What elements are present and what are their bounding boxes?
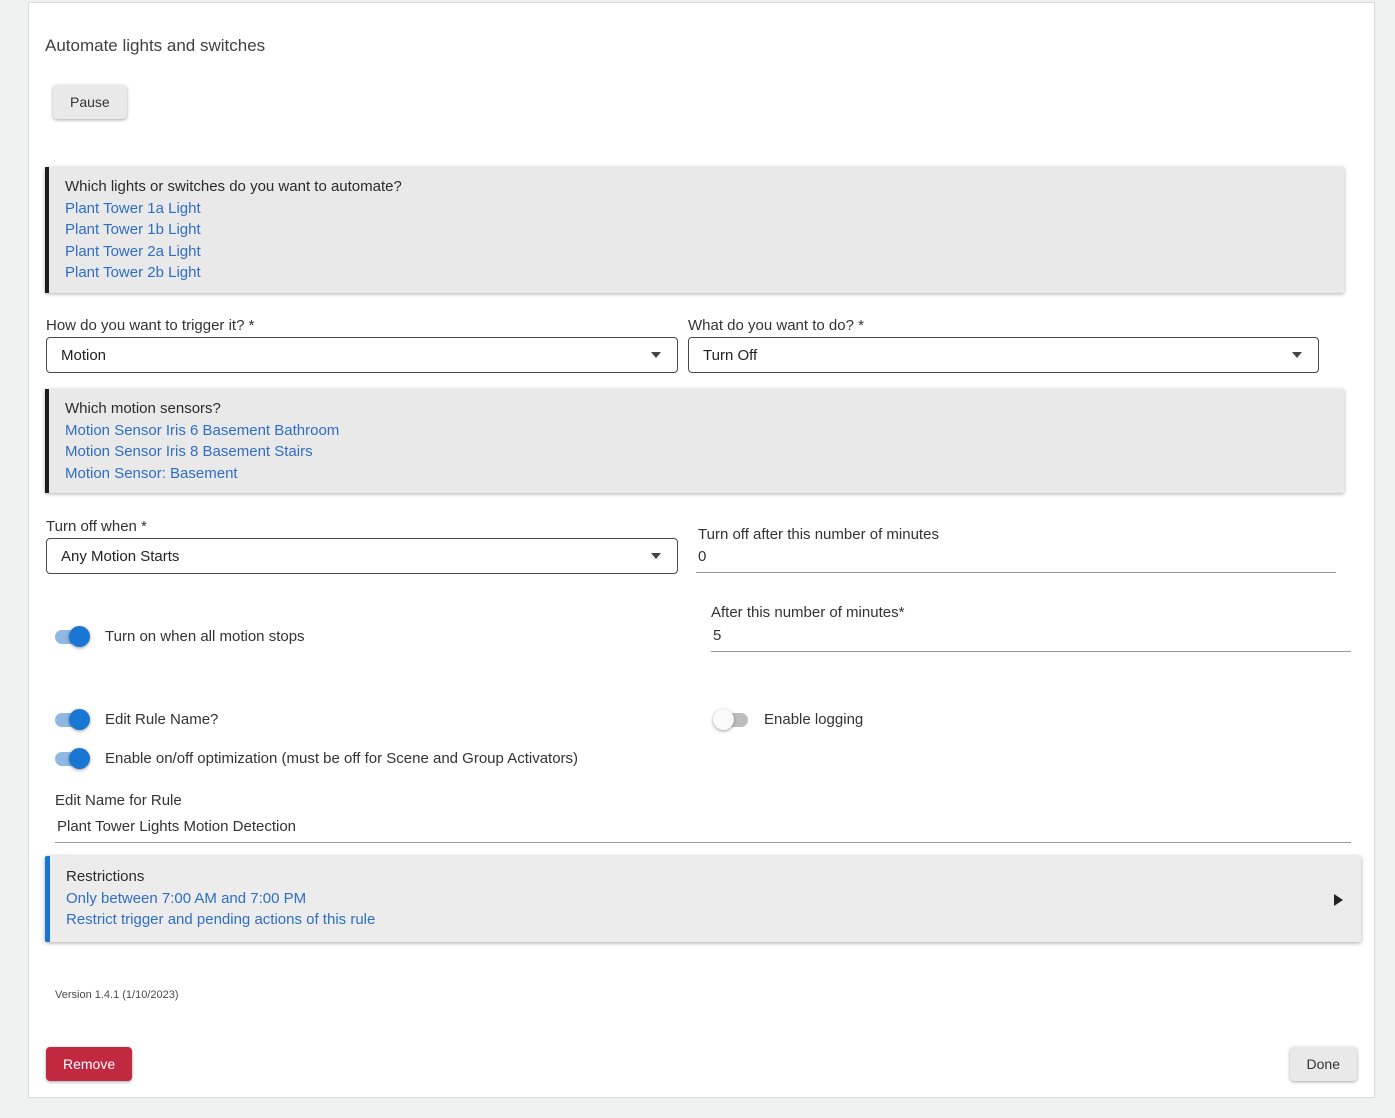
rule-name-label: Edit Name for Rule bbox=[55, 792, 182, 809]
sensor-device-link[interactable]: Motion Sensor Iris 8 Basement Stairs bbox=[65, 441, 313, 463]
toggle-thumb bbox=[69, 709, 90, 730]
on-off-optimization-label: Enable on/off optimization (must be off … bbox=[105, 750, 578, 767]
after-minutes-input[interactable] bbox=[711, 625, 1351, 652]
light-device-link[interactable]: Plant Tower 1b Light bbox=[65, 219, 201, 241]
edit-rule-name-toggle[interactable] bbox=[53, 709, 90, 730]
turn-off-when-select[interactable]: Any Motion Starts bbox=[46, 538, 678, 574]
chevron-down-icon bbox=[651, 553, 661, 559]
restriction-link[interactable]: Restrict trigger and pending actions of … bbox=[66, 909, 375, 931]
done-button[interactable]: Done bbox=[1290, 1047, 1357, 1081]
remove-button[interactable]: Remove bbox=[46, 1047, 132, 1081]
enable-logging-toggle[interactable] bbox=[713, 709, 750, 730]
trigger-select[interactable]: Motion bbox=[46, 337, 678, 373]
after-minutes-label: After this number of minutes* bbox=[711, 604, 904, 621]
lights-question: Which lights or switches do you want to … bbox=[65, 176, 1328, 198]
rule-editor-card: Automate lights and switches Pause Which… bbox=[28, 2, 1375, 1098]
turn-off-when-selected-value: Any Motion Starts bbox=[61, 548, 179, 565]
edit-rule-name-label: Edit Rule Name? bbox=[105, 711, 218, 728]
restrictions-section: Restrictions Only between 7:00 AM and 7:… bbox=[45, 856, 1361, 942]
toggle-thumb bbox=[69, 626, 90, 647]
light-device-link[interactable]: Plant Tower 1a Light bbox=[65, 198, 201, 220]
sensors-section: Which motion sensors? Motion Sensor Iris… bbox=[45, 389, 1344, 493]
chevron-down-icon bbox=[1292, 352, 1302, 358]
expand-arrow-icon[interactable] bbox=[1334, 894, 1343, 906]
pause-button[interactable]: Pause bbox=[53, 85, 127, 119]
toggle-thumb bbox=[69, 748, 90, 769]
on-off-optimization-toggle[interactable] bbox=[53, 748, 90, 769]
enable-logging-label: Enable logging bbox=[764, 711, 863, 728]
turn-off-after-label: Turn off after this number of minutes bbox=[698, 526, 939, 543]
restrictions-title: Restrictions bbox=[66, 866, 1345, 888]
page-title: Automate lights and switches bbox=[45, 36, 265, 56]
action-select[interactable]: Turn Off bbox=[688, 337, 1319, 373]
toggle-thumb bbox=[713, 709, 734, 730]
chevron-down-icon bbox=[651, 352, 661, 358]
turn-on-motion-stops-label: Turn on when all motion stops bbox=[105, 628, 305, 645]
lights-section: Which lights or switches do you want to … bbox=[45, 167, 1344, 293]
turn-off-after-input[interactable] bbox=[696, 546, 1336, 573]
sensor-device-link[interactable]: Motion Sensor Iris 6 Basement Bathroom bbox=[65, 420, 339, 442]
trigger-label: How do you want to trigger it? * bbox=[46, 317, 254, 334]
trigger-selected-value: Motion bbox=[61, 347, 106, 364]
action-label: What do you want to do? * bbox=[688, 317, 864, 334]
sensors-question: Which motion sensors? bbox=[65, 398, 1328, 420]
version-text: Version 1.4.1 (1/10/2023) bbox=[55, 989, 179, 1001]
rule-name-input[interactable] bbox=[55, 816, 1351, 843]
sensor-device-link[interactable]: Motion Sensor: Basement bbox=[65, 463, 238, 485]
action-selected-value: Turn Off bbox=[703, 347, 757, 364]
turn-on-motion-stops-toggle[interactable] bbox=[53, 626, 90, 647]
light-device-link[interactable]: Plant Tower 2a Light bbox=[65, 241, 201, 263]
restriction-link[interactable]: Only between 7:00 AM and 7:00 PM bbox=[66, 888, 306, 910]
turn-off-when-label: Turn off when * bbox=[46, 518, 147, 535]
light-device-link[interactable]: Plant Tower 2b Light bbox=[65, 262, 201, 284]
